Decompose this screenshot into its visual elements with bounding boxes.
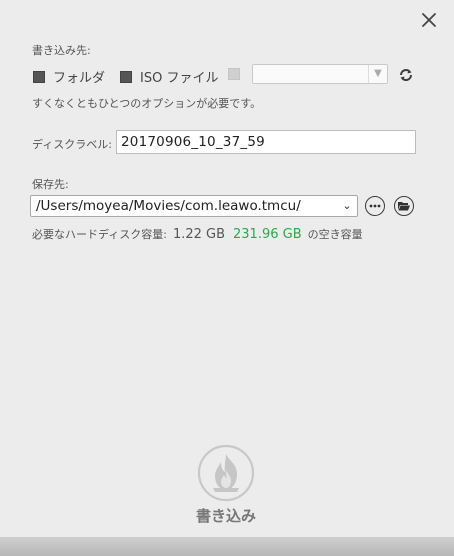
save-path-value: /Users/moyea/Movies/com.leawo.tmcu/ [36, 198, 301, 214]
ellipsis-icon [369, 204, 381, 208]
refresh-button[interactable] [397, 66, 415, 84]
destination-label: 書き込み先: [32, 44, 91, 57]
burn-button-label: 書き込み [195, 507, 256, 525]
save-to-label: 保存先: [32, 178, 69, 191]
disk-space-info: 必要なハードディスク容量: 1.22 GB 231.96 GB の空き容量 [32, 226, 363, 242]
burn-button[interactable]: 書き込み [186, 444, 266, 528]
disc-drive-select[interactable]: ▼ [252, 64, 388, 84]
close-icon [422, 13, 436, 27]
flame-icon [197, 444, 255, 502]
folder-checkbox[interactable] [33, 70, 45, 83]
disc-label-label: ディスクラベル: [32, 138, 112, 151]
disc-drive-checkbox[interactable] [228, 68, 240, 80]
disc-label-input[interactable]: 20170906_10_37_59 [116, 130, 416, 154]
chevron-down-icon: ▼ [368, 65, 387, 83]
folder-open-icon [398, 202, 410, 211]
iso-checkbox[interactable] [120, 70, 132, 83]
iso-option-label: ISO ファイル [140, 71, 219, 86]
close-button[interactable] [420, 11, 438, 29]
free-space-value: 231.96 GB [233, 227, 302, 242]
warning-text: すくなくともひとつのオプションが必要です。 [32, 97, 262, 110]
folder-option[interactable]: フォルダ [33, 67, 105, 86]
folder-option-label: フォルダ [53, 71, 106, 86]
free-space-suffix: の空き容量 [307, 228, 363, 241]
required-space-label: 必要なハードディスク容量: [32, 228, 167, 241]
refresh-icon [400, 69, 412, 81]
required-space-value: 1.22 GB [172, 227, 226, 242]
bottom-bar [0, 537, 454, 556]
open-folder-button[interactable] [394, 196, 414, 216]
chevron-down-icon: ⌄ [342, 199, 352, 212]
iso-option[interactable]: ISO ファイル [120, 67, 218, 86]
more-options-button[interactable] [365, 196, 385, 216]
save-path-select[interactable]: /Users/moyea/Movies/com.leawo.tmcu/ ⌄ [30, 195, 358, 217]
